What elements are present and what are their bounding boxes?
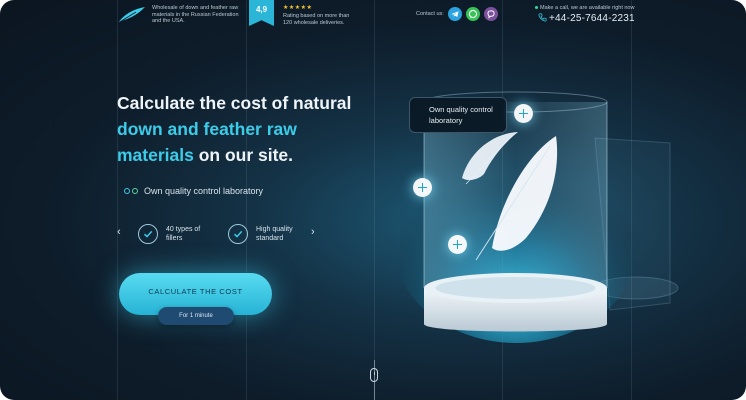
grid-line [117,0,118,400]
feature-label: High quality standard [256,226,293,242]
contact-label: Contact us: [416,11,444,17]
call-note-text: Make a call, we are available right now [540,5,635,11]
feather-logo-icon[interactable] [116,6,146,24]
check-icon [228,224,248,244]
lab-feature: Own quality control laboratory [124,186,263,196]
lab-tooltip-card: Own quality control laboratory [409,97,507,133]
headline-part: the cost of natural [194,93,352,113]
rating-text: Rating based on more than 120 wholesale … [283,13,350,26]
whatsapp-icon[interactable] [466,7,480,21]
plus-hotspot-icon[interactable] [514,104,533,123]
plus-hotspot-icon[interactable] [448,235,467,254]
grid-line [374,0,375,400]
header-tagline: Wholesale of down and feather raw materi… [152,5,239,25]
telegram-icon[interactable] [448,7,462,21]
online-status-dot-icon [535,6,538,10]
headline-part: on our site. [193,145,294,165]
call-note: Make a call, we are available right now [535,5,634,11]
page-title: Calculate the cost of natural down and f… [117,90,377,168]
cta-time-badge: For 1 minute [158,307,234,325]
carousel-prev-button[interactable]: ‹ [117,226,121,238]
feature-label: 40 types of fillers [166,226,201,242]
headline-part: Calculate [117,93,195,113]
dots-icon [124,188,138,194]
lab-feature-label: Own quality control laboratory [144,186,264,196]
rating-stars-icon: ★★★★★ [283,5,313,11]
feature-item: 40 types of fillers [138,224,218,244]
rating-badge: 4,9 [249,0,274,26]
viber-icon[interactable] [484,7,498,21]
landing-page: Wholesale of down and feather raw materi… [0,0,746,400]
phone-icon [538,13,547,22]
carousel-next-button[interactable]: › [311,226,315,238]
phone-number-link[interactable]: +44-25-7644-2231 [549,13,635,24]
plus-hotspot-icon[interactable] [413,178,432,197]
grid-line [246,0,247,400]
mouse-scroll-icon[interactable] [370,368,378,382]
check-icon [138,224,158,244]
feature-item: High quality standard [228,224,308,244]
